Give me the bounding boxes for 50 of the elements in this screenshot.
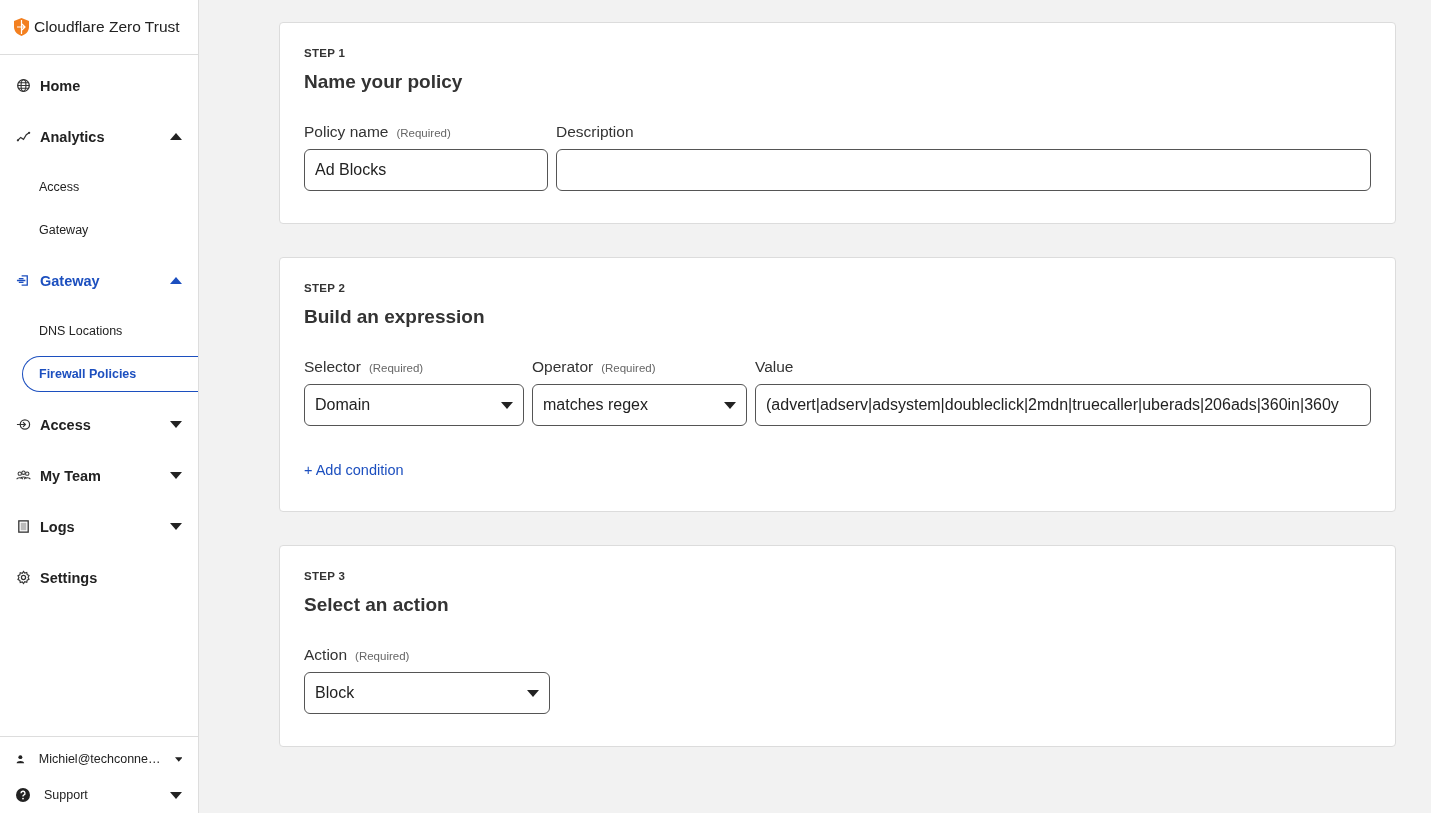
bracket-arrow-icon	[16, 273, 31, 288]
input-field[interactable]	[556, 149, 1371, 191]
add-condition-link[interactable]: + Add condition	[304, 462, 404, 478]
field-label: Description	[556, 123, 634, 140]
nav-item[interactable]: Settings	[0, 552, 198, 603]
help-icon	[16, 788, 30, 802]
step-title: Select an action	[304, 594, 450, 616]
caret-down-icon	[527, 689, 539, 697]
settings-icon	[16, 570, 31, 585]
required-note: (Required)	[396, 127, 451, 139]
step-title: Build an expression	[304, 306, 486, 328]
nav-subitem[interactable]: Access	[22, 169, 198, 205]
caret-down-icon	[501, 401, 513, 409]
required-note: (Required)	[368, 362, 424, 374]
shield-logo-icon	[14, 18, 29, 36]
input-field[interactable]: Ad Blocks	[304, 149, 548, 191]
field-label: Value	[755, 358, 794, 375]
nav-item[interactable]: Logs	[0, 501, 198, 552]
field-label: Action	[304, 646, 348, 663]
select-field[interactable]: Block	[304, 672, 550, 714]
brand-name: Cloudflare Zero Trust	[34, 18, 180, 36]
select-field[interactable]: Domain	[304, 384, 524, 426]
sign-in-icon	[16, 417, 31, 432]
required-note: (Required)	[601, 362, 656, 374]
field-label: Operator	[532, 358, 594, 375]
nav-subitem[interactable]: Gateway	[22, 212, 198, 248]
step-label: STEP 2	[304, 282, 347, 294]
account-menu[interactable]: Michiel@techconne…	[38, 752, 161, 766]
field-label: Policy name	[304, 123, 389, 140]
step-label: STEP 3	[304, 570, 347, 582]
nav-item[interactable]: Gateway	[0, 255, 198, 306]
globe-icon	[16, 78, 31, 93]
caret-down-icon	[724, 401, 736, 409]
nav-item[interactable]: My Team	[0, 450, 198, 501]
document-icon	[16, 519, 31, 534]
nav-item[interactable]: Access	[0, 399, 198, 450]
step-title: Name your policy	[304, 71, 464, 93]
person-icon	[16, 752, 25, 766]
input-field[interactable]: (advert|adserv|adsystem|doubleclick|2mdn|truecaller|uberads|206ads|360in|360y	[755, 384, 1371, 426]
field-label: Selector	[304, 358, 361, 375]
nav-item[interactable]: Analytics	[0, 111, 198, 162]
caret-down-icon	[174, 755, 182, 763]
required-note: (Required)	[355, 650, 410, 662]
line-chart-icon	[16, 129, 31, 144]
nav-item[interactable]: Home	[0, 60, 198, 111]
step-label: STEP 1	[304, 47, 347, 59]
nav-subitem[interactable]: DNS Locations	[22, 313, 198, 349]
support-menu[interactable]: Support	[44, 788, 156, 802]
caret-down-icon	[170, 791, 182, 799]
select-field[interactable]: matches regex	[532, 384, 747, 426]
